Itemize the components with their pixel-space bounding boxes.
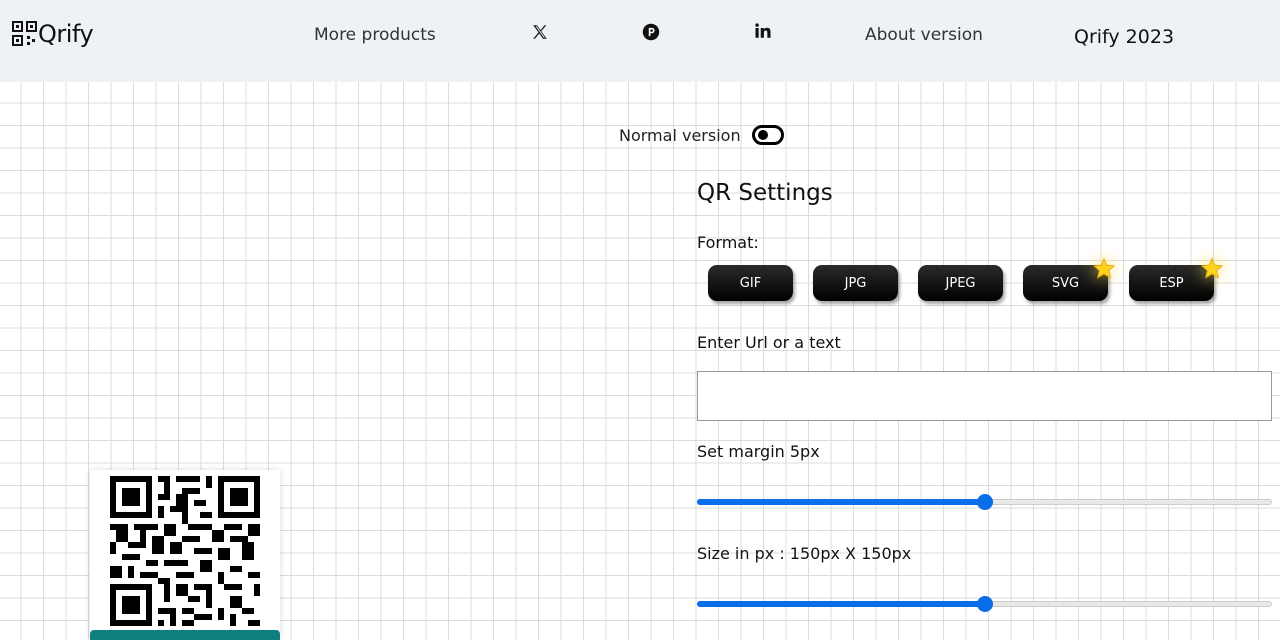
- nav-more-products[interactable]: More products: [314, 25, 436, 45]
- brand-year-text: Qrify 2023: [1074, 26, 1175, 48]
- format-label: Format:: [697, 233, 759, 252]
- margin-slider[interactable]: [697, 493, 1272, 511]
- version-toggle-row: Normal version: [619, 125, 784, 145]
- size-slider[interactable]: [697, 595, 1272, 613]
- toggle-label: Normal version: [619, 125, 741, 145]
- margin-label: Set margin 5px: [697, 442, 820, 461]
- top-header: Qrify More products About version Qrify …: [0, 0, 1280, 82]
- x-twitter-icon[interactable]: [531, 23, 549, 41]
- producthunt-icon[interactable]: [642, 23, 660, 41]
- toggle-knob: [757, 130, 768, 140]
- version-toggle-switch[interactable]: [751, 125, 784, 145]
- qr-logo-icon: [12, 21, 37, 46]
- url-input-label: Enter Url or a text: [697, 333, 841, 352]
- url-input[interactable]: [697, 371, 1272, 421]
- format-button-jpeg[interactable]: JPEG: [918, 265, 1003, 301]
- slider-thumb[interactable]: [976, 494, 993, 510]
- format-button-gif[interactable]: GIF: [708, 265, 793, 301]
- size-label: Size in px : 150px X 150px: [697, 544, 912, 563]
- premium-star-icon: [1200, 257, 1224, 279]
- premium-star-icon: [1092, 257, 1116, 279]
- qr-code-image: [110, 476, 260, 626]
- logo[interactable]: Qrify: [12, 20, 94, 48]
- format-button-jpg[interactable]: JPG: [813, 265, 898, 301]
- settings-title: QR Settings: [697, 180, 833, 206]
- logo-text: Qrify: [38, 20, 94, 48]
- qr-preview-card: [90, 470, 280, 640]
- nav-about-version[interactable]: About version: [865, 25, 983, 45]
- slider-fill: [697, 499, 985, 505]
- download-button[interactable]: [90, 630, 280, 640]
- slider-thumb[interactable]: [976, 596, 993, 612]
- slider-fill: [697, 601, 985, 607]
- linkedin-icon[interactable]: [754, 22, 772, 40]
